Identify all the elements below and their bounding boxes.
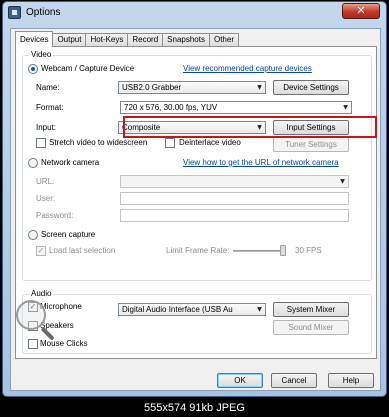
deinterlace-checkbox[interactable]	[165, 138, 175, 148]
tab-snapshots[interactable]: Snapshots	[162, 33, 210, 47]
name-label: Name:	[36, 83, 60, 92]
user-label: User:	[36, 194, 56, 203]
title-bar[interactable]: Options ✕	[3, 2, 386, 24]
window-title: Options	[26, 7, 61, 18]
sound-mixer-button[interactable]: Sound Mixer	[273, 320, 349, 335]
frame-rate-slider-thumb[interactable]	[280, 245, 286, 256]
load-last-selection-label: Load last selection	[49, 246, 116, 255]
audio-device-select[interactable]: Digital Audio Interface (USB Au ▼	[118, 303, 266, 316]
tab-record[interactable]: Record	[127, 33, 164, 47]
password-field[interactable]	[120, 209, 349, 222]
chevron-down-icon: ▼	[257, 84, 262, 91]
app-icon	[8, 6, 21, 19]
chevron-down-icon: ▼	[343, 104, 348, 111]
url-label: URL:	[36, 177, 55, 186]
webcam-radio[interactable]	[28, 64, 38, 74]
chevron-down-icon: ▼	[340, 178, 345, 185]
help-button[interactable]: Help	[328, 373, 374, 388]
fps-value: 30 FPS	[295, 246, 322, 255]
tab-devices[interactable]: Devices	[15, 31, 54, 47]
user-field[interactable]	[120, 192, 349, 205]
system-mixer-button[interactable]: System Mixer	[273, 302, 349, 317]
tuner-settings-button[interactable]: Tuner Settings	[273, 137, 349, 152]
input-label: Input:	[36, 123, 57, 132]
format-highlight-box	[123, 116, 377, 138]
video-group-label: Video	[29, 50, 54, 59]
device-name-select[interactable]: USB2.0 Grabber ▼	[118, 81, 266, 94]
magnifier-cursor-icon	[16, 300, 46, 330]
video-group: Video Webcam / Capture Device View recom…	[22, 50, 372, 281]
screen-capture-radio[interactable]	[28, 230, 38, 240]
recommended-devices-link[interactable]: View recommended capture devices	[183, 64, 312, 73]
network-camera-label: Network camera	[41, 158, 100, 167]
device-name-value: USB2.0 Grabber	[122, 83, 182, 92]
image-info-bar: 555x574 91kb JPEG	[0, 399, 389, 417]
network-camera-help-link[interactable]: View how to get the URL of network camer…	[183, 158, 339, 167]
format-select[interactable]: 720 x 576, 30.00 fps, YUV ▼	[120, 101, 352, 114]
webcam-label: Webcam / Capture Device	[41, 64, 135, 73]
deinterlace-label: Deinterlace video	[179, 138, 241, 147]
mouse-clicks-checkbox[interactable]	[28, 339, 38, 349]
format-value: 720 x 576, 30.00 fps, YUV	[124, 103, 218, 112]
url-select[interactable]: ▼	[120, 175, 349, 188]
devices-panel: Video Webcam / Capture Device View recom…	[15, 46, 377, 359]
audio-group-label: Audio	[29, 289, 54, 298]
options-window: Options ✕ Devices Output Hot-Keys Record…	[2, 1, 387, 397]
tab-output[interactable]: Output	[52, 33, 87, 47]
ok-button[interactable]: OK	[217, 373, 263, 388]
stretch-widescreen-checkbox[interactable]	[36, 138, 46, 148]
microphone-label: Microphone	[40, 302, 82, 311]
network-camera-radio[interactable]	[28, 158, 38, 168]
device-settings-button[interactable]: Device Settings	[273, 80, 349, 95]
tab-hot-keys[interactable]: Hot-Keys	[85, 33, 129, 47]
format-label: Format:	[36, 103, 64, 112]
dialog-client: Devices Output Hot-Keys Record Snapshots…	[10, 28, 381, 391]
password-label: Password:	[36, 211, 74, 220]
chevron-down-icon: ▼	[257, 306, 262, 313]
audio-group: Audio ✓ Microphone Digital Audio Interfa…	[22, 289, 372, 354]
frame-rate-slider-track[interactable]	[233, 250, 285, 252]
stretch-widescreen-label: Stretch video to widescreen	[49, 138, 148, 147]
load-last-selection-checkbox[interactable]: ✓	[36, 246, 46, 256]
tab-other[interactable]: Other	[208, 33, 239, 47]
mouse-clicks-label: Mouse Clicks	[40, 339, 88, 348]
close-button[interactable]: ✕	[342, 3, 380, 19]
tab-strip: Devices Output Hot-Keys Record Snapshots…	[15, 31, 239, 47]
screen-capture-label: Screen capture	[41, 230, 96, 239]
limit-frame-rate-label: Limit Frame Rate:	[166, 246, 230, 255]
audio-device-value: Digital Audio Interface (USB Au	[122, 305, 233, 314]
cancel-button[interactable]: Cancel	[271, 373, 317, 388]
